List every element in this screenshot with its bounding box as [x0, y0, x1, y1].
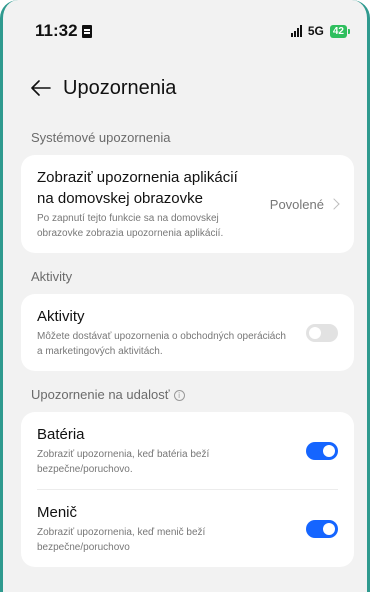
row-title: Menič	[37, 504, 78, 521]
status-bar: 11:32 5G 42	[3, 0, 367, 62]
row-text: Aktivity Môžete dostávať upozornenia o o…	[37, 306, 306, 359]
section-label-system: Systémové upozornenia	[31, 130, 171, 145]
value-chevron: Povolené	[269, 196, 340, 212]
info-icon[interactable]: i	[173, 390, 185, 402]
header: Upozornenia	[3, 62, 367, 114]
row-title: Zobraziť upozornenia aplikácií na domovs…	[37, 169, 238, 207]
toggle-knob	[323, 444, 335, 457]
signal-icon	[290, 25, 302, 37]
section-label-events: Upozornenie na udalosť i	[3, 371, 367, 412]
home-screen-notifications-row[interactable]: Zobraziť upozornenia aplikácií na domovs…	[37, 167, 340, 241]
row-title: Aktivity	[37, 308, 85, 325]
status-indicators: 5G 42	[290, 24, 351, 38]
row-value: Povolené	[269, 196, 324, 212]
chevron-right-icon	[328, 198, 340, 210]
activities-toggle[interactable]	[306, 323, 338, 342]
network-type: 5G	[307, 24, 324, 38]
phone-frame: 11:32 5G 42 Upozornenia Systémové upozor…	[0, 0, 370, 592]
back-arrow-icon[interactable]	[31, 78, 51, 98]
activities-row: Aktivity Môžete dostávať upozornenia o o…	[37, 306, 338, 359]
inverter-row: Menič Zobraziť upozornenia, keď menič be…	[37, 502, 338, 555]
status-time-group: 11:32	[35, 21, 92, 41]
battery-icon: 42	[329, 24, 351, 38]
row-text: Menič Zobraziť upozornenia, keď menič be…	[37, 502, 306, 555]
row-description: Zobraziť upozornenia, keď batéria beží b…	[37, 449, 210, 475]
section-label-events-text: Upozornenie na udalosť	[31, 387, 170, 402]
row-text: Zobraziť upozornenia aplikácií na domovs…	[37, 167, 270, 241]
row-description: Po zapnutí tejto funkcie sa na domovskej…	[37, 213, 224, 239]
divider	[37, 489, 338, 490]
toggle-knob	[323, 522, 335, 535]
toggle-knob	[309, 326, 321, 339]
battery-toggle[interactable]	[306, 441, 338, 460]
sim-card-icon	[81, 24, 92, 38]
card-events: Batéria Zobraziť upozornenia, keď batéri…	[21, 412, 354, 567]
row-description: Zobraziť upozornenia, keď menič beží bez…	[37, 527, 206, 553]
section-label-activities: Aktivity	[31, 269, 73, 284]
battery-row: Batéria Zobraziť upozornenia, keď batéri…	[37, 424, 338, 477]
card-activities: Aktivity Môžete dostávať upozornenia o o…	[21, 294, 354, 371]
row-text: Batéria Zobraziť upozornenia, keď batéri…	[37, 424, 306, 477]
row-description: Môžete dostávať upozornenia o obchodných…	[37, 331, 286, 357]
row-title: Batéria	[37, 426, 85, 443]
page-title: Upozornenia	[63, 76, 177, 99]
card-system-notifications: Zobraziť upozornenia aplikácií na domovs…	[21, 155, 354, 253]
status-time: 11:32	[35, 21, 78, 40]
inverter-toggle[interactable]	[306, 519, 338, 538]
